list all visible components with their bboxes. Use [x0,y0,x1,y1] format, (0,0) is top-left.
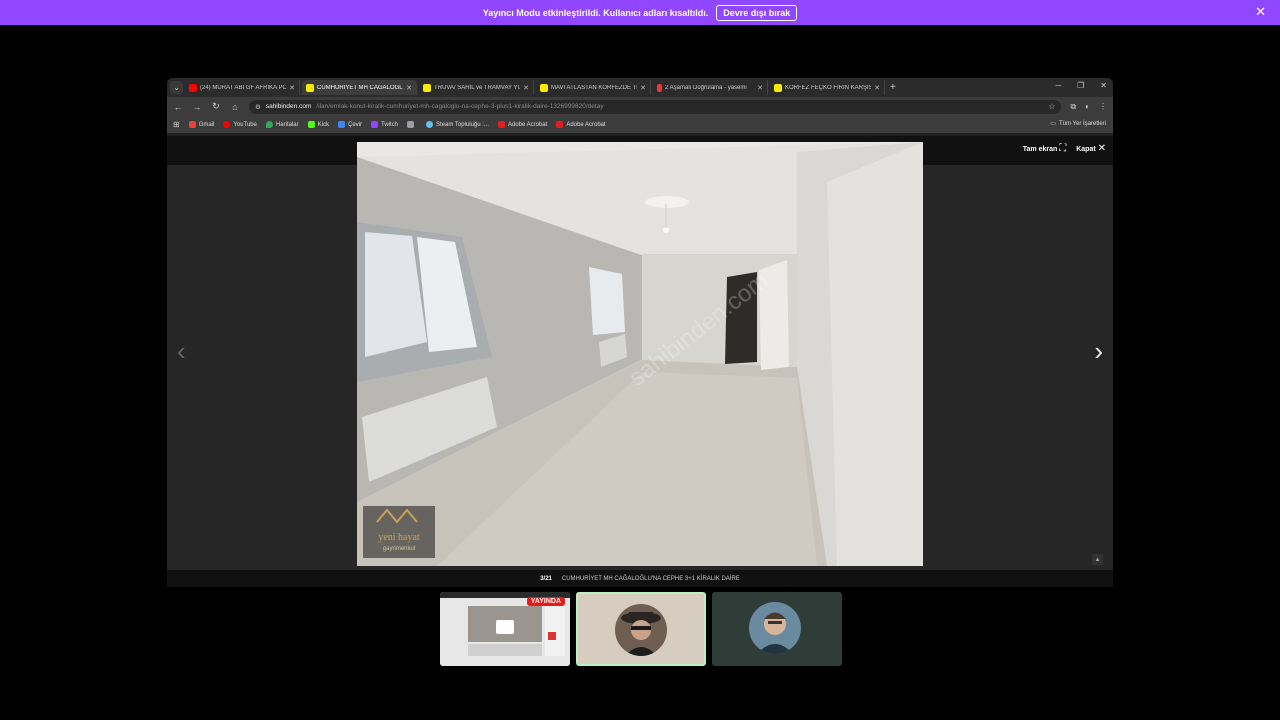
bookmark-youtube[interactable]: YouTube [223,121,257,128]
sahibinden-icon [774,83,782,92]
listing-gallery: Tam ekran ⛶ Kapat ✕ yeni hayat gayrimenk… [167,136,1113,587]
restore-icon[interactable]: ❐ [1077,81,1084,90]
screen-share-tile[interactable]: YAYINDA [440,592,570,666]
disable-streamer-mode-button[interactable]: Devre dışı bırak [716,4,798,21]
folder-icon: ▭ [1050,121,1056,127]
close-tab-icon[interactable]: ✕ [757,84,763,92]
bookmark-maps[interactable]: Haritalar [265,121,299,128]
new-tab-button[interactable]: + [887,82,896,93]
tab-strip: ⌄ (24) MURAT ABİ GF AFRİKA PO ✕ CUMHURİY… [167,78,1113,97]
apps-grid-icon[interactable]: ⊞ [173,120,180,129]
bookmark-star-icon[interactable]: ☆ [1048,102,1055,111]
steam-icon [426,121,434,128]
minimize-icon[interactable]: ─ [1055,81,1061,90]
tab-youtube[interactable]: (24) MURAT ABİ GF AFRİKA PO ✕ [185,80,300,95]
reload-icon[interactable]: ↻ [211,101,221,112]
tab-listing[interactable]: TRUVA/ SAHİL ve TRAMVAY YÜ ✕ [419,80,534,95]
bookmark-twitch[interactable]: Twitch [371,121,398,128]
browser-toolbar: ← → ↻ ⌂ ⚙ sahibinden.com/ilan/emlak-konu… [167,97,1113,116]
tab-title: (24) MURAT ABİ GF AFRİKA PO [200,84,287,91]
previous-photo-icon[interactable]: ‹ [177,336,186,367]
profile-icon[interactable]: ◐ [1085,102,1090,111]
tab-listing[interactable]: MAVİ ATLASTAN KÖRFEZDE TE ✕ [536,80,651,95]
bookmarks-bar: ⊞ Gmail YouTube Haritalar Kick Çevir Twi… [167,116,1113,134]
translate-icon [337,121,345,128]
fullscreen-icon: ⛶ [1059,143,1067,154]
banner-text: Yayıncı Modu etkinleştirildi. Kullanıcı … [482,7,709,18]
kick-icon [307,121,315,128]
photo-counter: 3/21 [540,575,552,582]
youtube-icon [223,121,231,128]
close-icon: ✕ [1097,143,1106,154]
tab-search-icon[interactable]: ⌄ [170,81,183,94]
sahibinden-icon [540,83,548,92]
gmail-icon [188,121,196,128]
gallery-controls: Tam ekran ⛶ Kapat ✕ [1023,143,1106,154]
room-photo-image: yeni hayat gayrimenkul sahibinden.com [357,142,923,566]
participant-tile[interactable] [576,592,706,666]
close-tab-icon[interactable]: ✕ [640,84,646,92]
url-path: /ilan/emlak-konut-kiralik-cumhuriyet-mh-… [316,103,604,110]
close-tab-icon[interactable]: ✕ [874,84,880,92]
tab-title: KÖRFEZ FEÇKO FIRIN KARŞISI [785,84,872,91]
all-bookmarks[interactable]: ▭ Tüm Yer İşaretleri [1050,120,1106,128]
tab-title: 2 Aşamalı Doğrulama - yasemi [665,84,747,91]
twitch-icon [371,121,378,128]
tab-listing[interactable]: KÖRFEZ FEÇKO FIRIN KARŞISI ✕ [770,80,885,95]
youtube-icon [189,83,197,92]
url-domain: sahibinden.com [265,103,312,110]
avatar [749,602,801,654]
bookmark-unnamed[interactable] [407,121,417,128]
close-window-icon[interactable]: ✕ [1100,81,1107,90]
logo-line1: yeni hayat [378,532,420,543]
bookmark-kick[interactable]: Kick [307,121,329,128]
close-icon[interactable]: ✕ [1255,5,1266,19]
tab-title: CUMHURİYET MH CAĞALOĞLU'N [317,84,404,91]
extensions-icon[interactable]: ⧉ [1070,102,1076,112]
maps-icon [265,121,273,128]
forward-arrow-icon[interactable]: → [192,102,202,112]
back-arrow-icon[interactable]: ← [173,102,183,112]
screen-share-icon [496,620,514,634]
fullscreen-button[interactable]: Tam ekran ⛶ [1023,143,1066,154]
bookmark-adobe[interactable]: Adobe Acrobat [556,121,606,128]
bookmark-steam[interactable]: Steam Topluluğu :... [426,121,489,128]
next-photo-icon[interactable]: › [1094,336,1103,367]
page-icon [407,121,415,128]
adobe-acrobat-icon [497,121,505,128]
bookmark-translate[interactable]: Çevir [337,121,362,128]
close-gallery-button[interactable]: Kapat ✕ [1076,143,1106,154]
site-info-icon[interactable]: ⚙ [255,103,261,111]
sahibinden-icon [423,83,431,92]
sahibinden-icon [306,83,314,92]
window-controls: ─ ❐ ✕ [1055,81,1107,90]
scroll-up-icon[interactable]: ▲ [1092,554,1103,565]
photo-caption: 3/21 CUMHURİYET MH CAĞALOĞLU'NA CEPHE 3+… [167,570,1113,587]
home-icon[interactable]: ⌂ [230,102,240,112]
logo-line2: gayrimenkul [383,546,415,552]
live-badge: YAYINDA [526,597,565,606]
streamer-mode-banner: Yayıncı Modu etkinleştirildi. Kullanıcı … [0,0,1280,25]
close-tab-icon[interactable]: ✕ [289,84,295,92]
listing-title: CUMHURİYET MH CAĞALOĞLU'NA CEPHE 3+1 KİR… [561,575,740,582]
listing-photo: yeni hayat gayrimenkul sahibinden.com [357,142,923,566]
avatar [615,604,667,656]
adobe-acrobat-icon [556,121,564,128]
address-bar[interactable]: ⚙ sahibinden.com/ilan/emlak-konut-kirali… [249,99,1062,114]
bookmark-gmail[interactable]: Gmail [188,121,214,128]
doc-icon [657,83,662,92]
participant-tiles: YAYINDA [440,592,842,666]
close-tab-icon[interactable]: ✕ [523,84,529,92]
tab-title: MAVİ ATLASTAN KÖRFEZDE TE [551,84,638,91]
close-tab-icon[interactable]: ✕ [406,84,412,92]
participant-tile[interactable] [712,592,842,666]
browser-window: ⌄ (24) MURAT ABİ GF AFRİKA PO ✕ CUMHURİY… [167,78,1113,587]
bookmark-adobe[interactable]: Adobe Acrobat [497,121,547,128]
tab-two-factor[interactable]: 2 Aşamalı Doğrulama - yasemi ✕ [653,80,768,95]
tab-title: TRUVA/ SAHİL ve TRAMVAY YÜ [434,84,521,91]
menu-icon[interactable]: ⋮ [1099,102,1107,111]
tab-active-listing[interactable]: CUMHURİYET MH CAĞALOĞLU'N ✕ [302,80,417,95]
